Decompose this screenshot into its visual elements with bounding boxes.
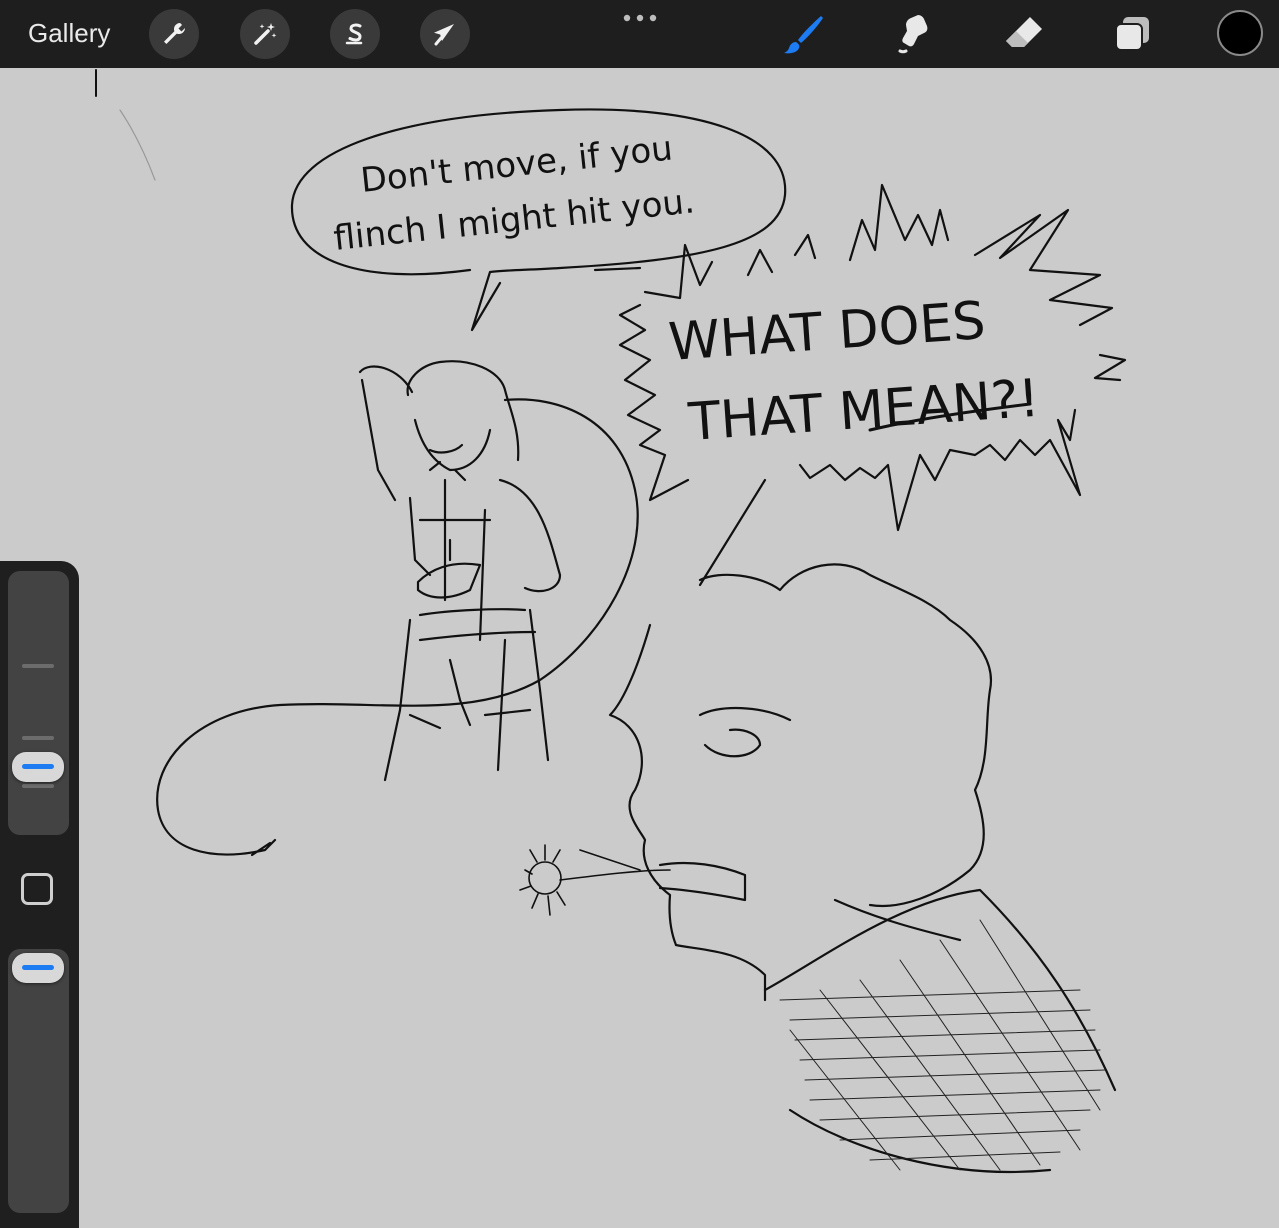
brush-tool-button[interactable]: [778, 8, 830, 60]
shout-text-line1: WHAT DOES: [667, 291, 988, 373]
adjustments-button[interactable]: [240, 9, 290, 59]
actions-button[interactable]: [149, 9, 199, 59]
selection-s-icon: [345, 23, 363, 45]
opacity-slider[interactable]: [8, 949, 69, 1213]
left-sidebar: [0, 561, 79, 1228]
slider-tick: [22, 784, 54, 788]
color-picker-button[interactable]: [1217, 10, 1263, 56]
shout-text-line2: THAT MEAN?!: [686, 369, 1042, 453]
standing-character-drawing: [156, 360, 639, 857]
magic-wand-icon: [254, 23, 277, 45]
gallery-button[interactable]: Gallery: [28, 18, 110, 49]
smudge-finger-icon: [898, 15, 928, 54]
more-options-icon[interactable]: [622, 10, 658, 26]
flower-character-drawing: [608, 563, 1117, 1174]
layers-icon: [1115, 17, 1149, 51]
slider-tick: [22, 664, 54, 668]
brush-size-thumb[interactable]: [12, 752, 64, 782]
drawing-canvas[interactable]: Don't move, if you flinch I might hit yo…: [0, 68, 1279, 1228]
layers-button[interactable]: [1106, 8, 1158, 60]
flower-drawing: [519, 844, 671, 916]
top-toolbar: Gallery: [0, 0, 1279, 68]
brush-size-slider[interactable]: [8, 571, 69, 835]
wrench-icon: [164, 22, 186, 44]
arrow-cursor-icon: [434, 24, 454, 46]
slider-tick: [22, 736, 54, 740]
brush-icon: [784, 16, 823, 54]
opacity-thumb[interactable]: [12, 953, 64, 983]
eraser-icon: [1006, 17, 1042, 47]
selection-button[interactable]: [330, 9, 380, 59]
smudge-tool-button[interactable]: [887, 8, 939, 60]
eraser-tool-button[interactable]: [997, 8, 1049, 60]
modify-square-icon[interactable]: [21, 873, 53, 905]
transform-button[interactable]: [420, 9, 470, 59]
